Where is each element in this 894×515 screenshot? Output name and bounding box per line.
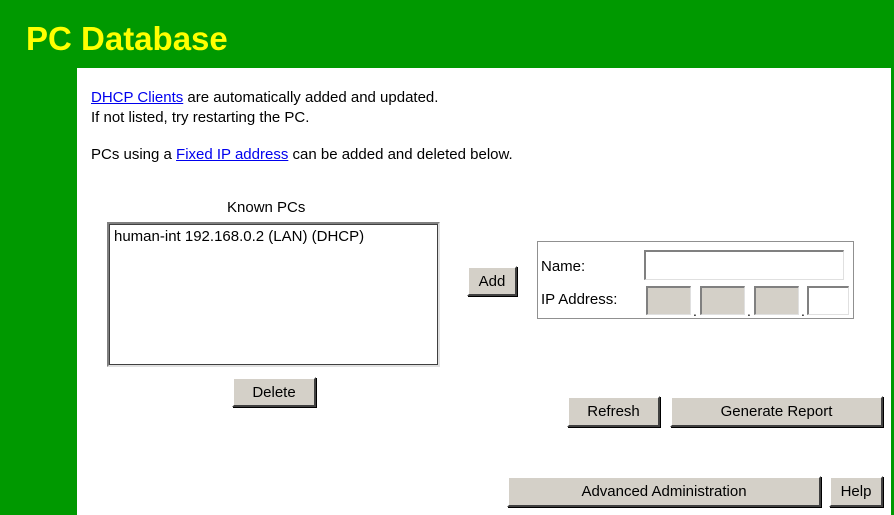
generate-report-button[interactable]: Generate Report — [670, 396, 883, 427]
add-button[interactable]: Add — [467, 266, 517, 296]
name-label: Name: — [541, 258, 586, 275]
ip-separator-1: . — [693, 303, 697, 319]
advanced-administration-button[interactable]: Advanced Administration — [507, 476, 821, 507]
delete-button[interactable]: Delete — [232, 377, 316, 407]
name-input[interactable] — [644, 250, 844, 280]
dhcp-intro-line: DHCP Clients are automatically added and… — [91, 89, 438, 107]
refresh-button[interactable]: Refresh — [567, 396, 660, 427]
page-title: PC Database — [26, 20, 228, 57]
fixed-ip-address-link[interactable]: Fixed IP address — [176, 146, 288, 163]
ip-octet-1-input — [646, 286, 691, 315]
ip-address-label: IP Address: — [541, 291, 618, 308]
known-pcs-listbox[interactable]: human-int 192.168.0.2 (LAN) (DHCP) — [107, 222, 440, 367]
left-sidebar-bar — [0, 0, 77, 515]
fixed-ip-suffix: can be added and deleted below. — [288, 146, 513, 163]
ip-octet-4-input[interactable] — [807, 286, 849, 315]
ip-octet-2-input — [700, 286, 745, 315]
known-pcs-label: Known PCs — [227, 199, 306, 216]
ip-separator-3: . — [801, 303, 805, 319]
ip-separator-2: . — [747, 303, 751, 319]
list-item[interactable]: human-int 192.168.0.2 (LAN) (DHCP) — [114, 228, 433, 246]
dhcp-clients-link[interactable]: DHCP Clients — [91, 89, 183, 106]
restart-hint: If not listed, try restarting the PC. — [91, 109, 310, 126]
fixed-ip-prefix: PCs using a — [91, 146, 177, 163]
ip-octet-3-input — [754, 286, 799, 315]
dhcp-intro-text: are automatically added and updated. — [183, 89, 439, 106]
help-button[interactable]: Help — [829, 476, 883, 507]
fixed-ip-line: PCs using a Fixed IP address can be adde… — [91, 146, 513, 164]
